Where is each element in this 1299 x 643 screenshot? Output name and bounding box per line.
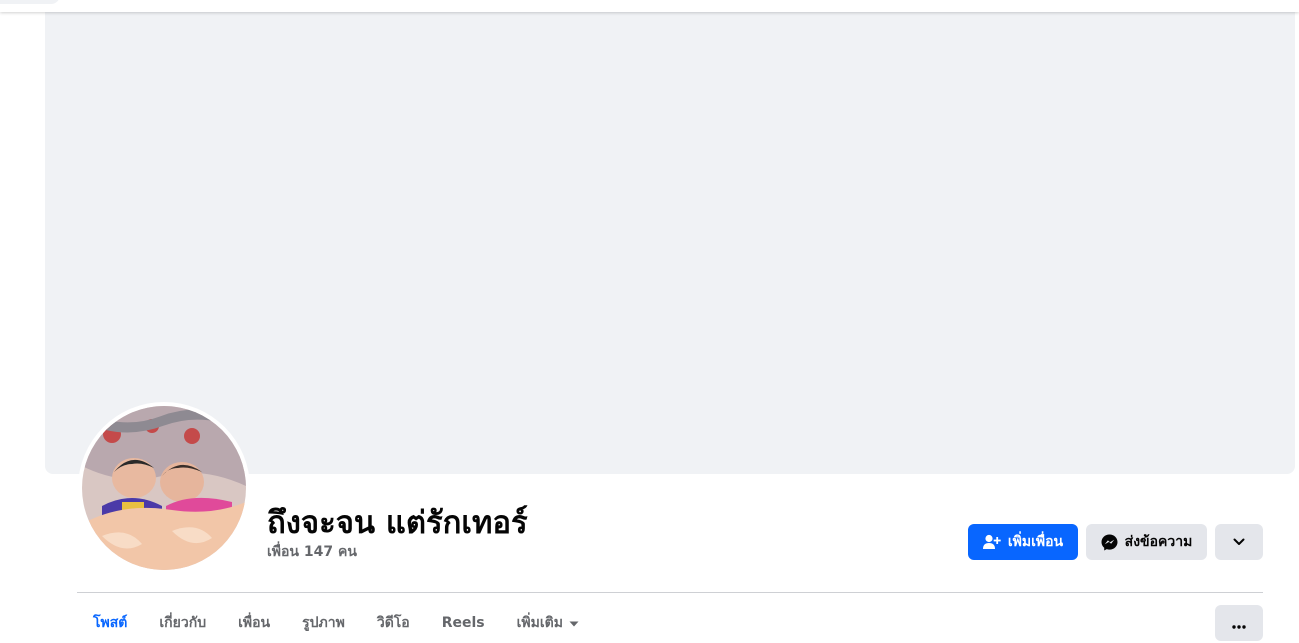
tab-videos[interactable]: วิดีโอ: [361, 605, 426, 641]
chevron-down-icon: [1233, 538, 1245, 546]
tab-label: วิดีโอ: [376, 615, 410, 631]
tab-label: เกี่ยวกับ: [159, 615, 207, 631]
profile-name: ถึงจะจน แต่รักเทอร์: [267, 505, 528, 541]
add-friend-label: เพิ่มเพื่อน: [1007, 534, 1064, 550]
tab-more[interactable]: เพิ่มเติม: [501, 605, 595, 641]
tab-label: โพสต์: [93, 615, 128, 631]
friend-count[interactable]: เพื่อน 147 คน: [267, 541, 357, 563]
message-button[interactable]: ส่งข้อความ: [1086, 524, 1207, 560]
tab-label: Reels: [441, 615, 485, 631]
tab-label: รูปภาพ: [302, 615, 345, 631]
ellipsis-icon: [1232, 614, 1246, 633]
profile-tabs: โพสต์ เกี่ยวกับ เพื่อน รูปภาพ วิดีโอ Ree…: [77, 605, 595, 643]
tab-friends[interactable]: เพื่อน: [222, 605, 286, 641]
tab-posts[interactable]: โพสต์: [77, 605, 143, 641]
profile-picture-frame: [78, 402, 250, 574]
more-options-button[interactable]: [1215, 605, 1263, 641]
tab-label: เพื่อน: [238, 615, 271, 631]
tab-label: เพิ่มเติม: [516, 615, 563, 631]
profile-picture[interactable]: [82, 406, 246, 570]
search-bar-edge[interactable]: [0, 0, 60, 4]
cover-photo[interactable]: [45, 12, 1295, 474]
add-friend-button[interactable]: เพิ่มเพื่อน: [968, 524, 1078, 560]
add-friend-icon: [982, 534, 1001, 550]
top-navigation-bar: [0, 0, 1299, 12]
caret-down-icon: [569, 615, 579, 631]
message-label: ส่งข้อความ: [1124, 534, 1193, 550]
profile-dropdown-button[interactable]: [1215, 524, 1263, 560]
tab-photos[interactable]: รูปภาพ: [286, 605, 361, 641]
tab-about[interactable]: เกี่ยวกับ: [143, 605, 222, 641]
messenger-icon: [1101, 534, 1118, 551]
section-divider: [77, 592, 1263, 593]
tab-reels[interactable]: Reels: [426, 605, 501, 641]
